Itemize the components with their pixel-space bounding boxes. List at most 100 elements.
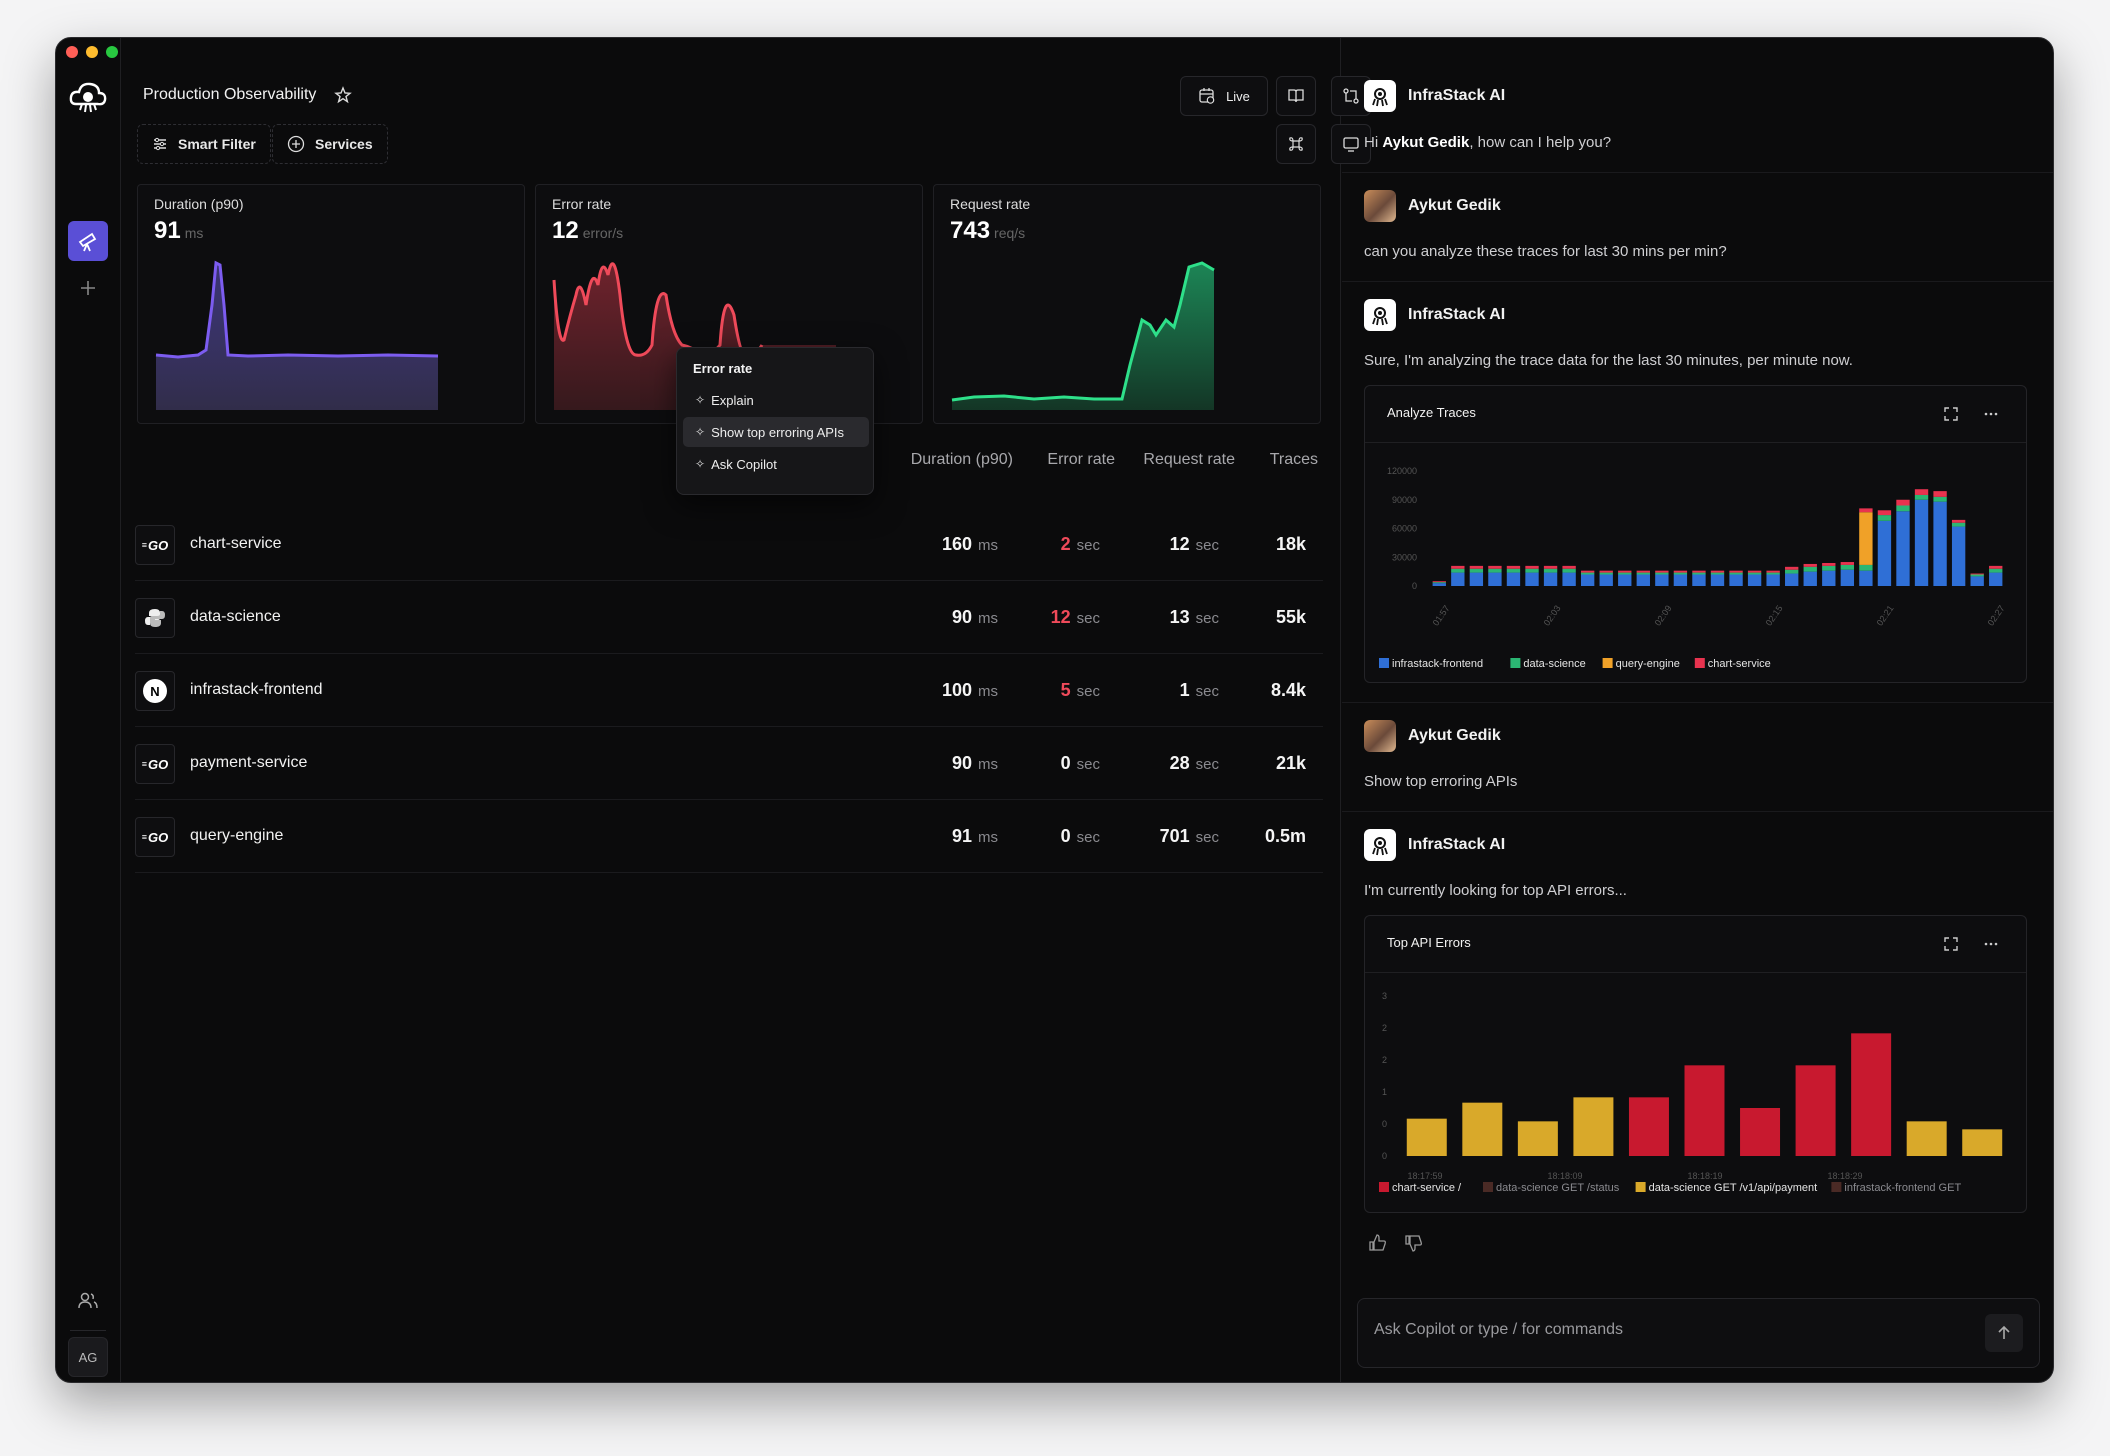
bar-segment (1506, 568, 1521, 573)
bar-segment (1506, 572, 1521, 586)
bar-segment (1729, 574, 1743, 586)
column-header-request-rate[interactable]: Request rate (1143, 451, 1235, 469)
window-controls (66, 46, 118, 58)
user-avatar[interactable]: AG (68, 1337, 108, 1377)
bar-segment (1747, 574, 1762, 586)
docs-button[interactable] (1276, 76, 1316, 116)
bar-segment (1859, 508, 1873, 513)
bar-segment (1692, 570, 1706, 573)
y-tick-label: 0 (1382, 1119, 1387, 1129)
bar-segment (1914, 499, 1929, 586)
page-title: Production Observability (143, 86, 317, 103)
bar-segment (1970, 576, 1984, 586)
nav-add-button[interactable] (68, 268, 108, 308)
column-header-error-rate[interactable]: Error rate (1047, 451, 1115, 469)
bar-segment (1506, 565, 1521, 569)
bar-segment (1469, 565, 1484, 569)
page-header: Production Observability (143, 86, 353, 104)
minimize-window-button[interactable] (86, 46, 98, 58)
bar-segment (1488, 568, 1502, 573)
menu-title: Error rate (693, 361, 753, 376)
bar-segment (1692, 572, 1706, 575)
y-tick-label: 2 (1382, 1055, 1387, 1065)
column-header-traces[interactable]: Traces (1270, 451, 1318, 469)
service-name[interactable]: chart-service (190, 535, 282, 553)
x-tick-label: 02:21 (1875, 603, 1896, 627)
copilot-input-box (1357, 1298, 2040, 1368)
bar (1628, 1097, 1669, 1156)
bar-segment (1636, 570, 1650, 573)
bar-segment (1803, 566, 1817, 572)
analyze-traces-chart: 120000 90000 60000 30000 0 01:57 02:03 02:09 02:… (1379, 466, 2007, 670)
services-label: Services (315, 136, 373, 152)
smart-filter-button[interactable]: Smart Filter (137, 124, 271, 164)
table-row[interactable]: ≡ GO query-engine 91 ms 0 sec 701 sec 0.5m (135, 800, 1323, 873)
live-label: Live (1226, 88, 1250, 104)
ai-avatar-icon (1364, 80, 1396, 112)
bar-segment (1543, 572, 1558, 586)
bar-segment (1432, 582, 1446, 584)
bar-segment (1951, 522, 1966, 527)
menu-item-explain[interactable]: ✧ Explain (683, 385, 869, 415)
traces-cell: 8.4k (1270, 680, 1306, 700)
menu-item-show-top-erroring-apis[interactable]: ✧ Show top erroring APIs (683, 417, 869, 447)
table-row[interactable]: ≡ GO chart-service 160 ms 2 sec 12 sec 18k (135, 508, 1323, 581)
table-row[interactable]: ≡ GO payment-service 90 ms 0 sec 28 sec 21k (135, 727, 1323, 800)
plus-circle-icon (287, 135, 305, 153)
bar-segment (1729, 570, 1743, 573)
close-window-button[interactable] (66, 46, 78, 58)
x-tick-label: 18:18:09 (1547, 1171, 1582, 1181)
star-icon[interactable] (334, 86, 353, 104)
duration-cell: 90 ms (951, 753, 998, 773)
user-avatar (1364, 190, 1396, 222)
bar-segment (1488, 565, 1502, 569)
command-button[interactable] (1276, 124, 1316, 164)
go-icon: ≡ GO (135, 817, 175, 857)
thumbs-down-icon[interactable] (1404, 1233, 1424, 1253)
ai-message-text: I'm currently looking for top API errors… (1364, 882, 1627, 899)
service-name[interactable]: data-science (190, 608, 281, 626)
nav-observability-button[interactable] (68, 221, 108, 261)
ai-message-text: Sure, I'm analyzing the trace data for t… (1364, 352, 1853, 369)
user-message-text: Show top erroring APIs (1364, 773, 1518, 790)
nav-team-button[interactable] (68, 1281, 108, 1321)
bar (1573, 1097, 1614, 1156)
send-button[interactable] (1985, 1314, 2023, 1352)
maximize-window-button[interactable] (106, 46, 118, 58)
bar-segment (1840, 564, 1855, 570)
top-api-errors-chart: 3 2 2 1 0 0 18:17:59 18:18:09 18:18:19 18:18:29 ch… (1379, 991, 2003, 1194)
bar-segment (1989, 565, 2003, 569)
top-api-errors-panel: Top API Errors 3 2 2 1 0 0 18:17:59 18:18:09 18:… (1364, 915, 2027, 1213)
bar-segment (1599, 574, 1613, 586)
service-name[interactable]: payment-service (190, 754, 307, 772)
service-name[interactable]: infrastack-frontend (190, 681, 323, 699)
column-header-duration[interactable]: Duration (p90) (911, 451, 1013, 469)
request-rate-cell: 1 sec (1179, 680, 1219, 700)
bar-segment (1543, 565, 1558, 569)
table-row[interactable]: Ninfrastack-frontend 100 ms 5 sec 1 sec 8.4k (135, 654, 1323, 727)
bar-segment (1785, 569, 1799, 574)
bar-segment (1469, 572, 1484, 586)
ai-avatar-icon (1364, 299, 1396, 331)
services-button[interactable]: Services (272, 124, 388, 164)
bar-segment (1970, 574, 1984, 577)
bar-segment (1488, 572, 1502, 586)
bar-segment (1896, 499, 1910, 506)
copilot-input[interactable] (1374, 1321, 1934, 1339)
request-rate-cell: 28 sec (1169, 753, 1219, 773)
metric-card-request-rate[interactable]: Request rate 743 req/s (933, 184, 1321, 424)
request-rate-sparkline (951, 261, 1215, 410)
live-button[interactable]: Live (1180, 76, 1268, 116)
x-tick-label: 18:17:59 (1407, 1171, 1442, 1181)
thumbs-up-icon[interactable] (1368, 1233, 1388, 1253)
y-tick-label: 120000 (1387, 466, 1417, 476)
infrastack-logo-icon[interactable] (66, 76, 110, 120)
metric-card-duration[interactable]: Duration (p90) 91 ms (137, 184, 525, 424)
service-name[interactable]: query-engine (190, 827, 283, 845)
menu-item-ask-copilot[interactable]: ✧ Ask Copilot (683, 449, 869, 479)
bar-segment (1543, 568, 1558, 573)
bar-segment (1710, 572, 1725, 575)
bar (1962, 1129, 2003, 1156)
bar-segment (1859, 564, 1873, 571)
table-row[interactable]: data-science 90 ms 12 sec 13 sec 55k (135, 581, 1323, 654)
